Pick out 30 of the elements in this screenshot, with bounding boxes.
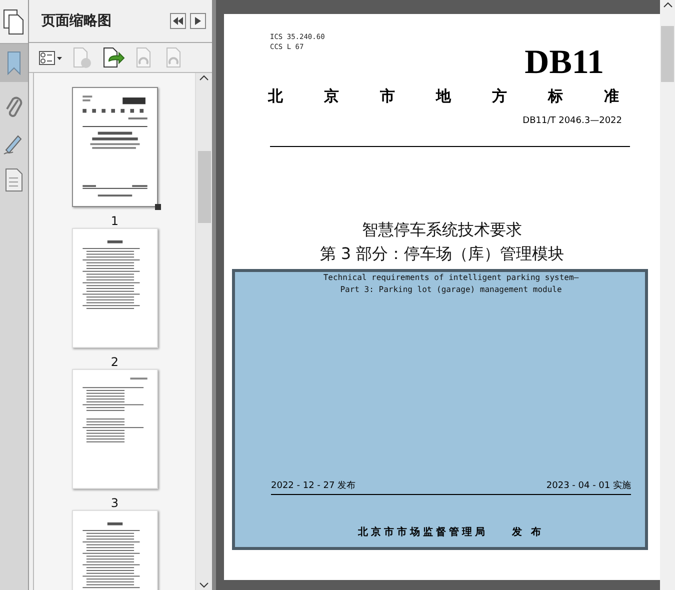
standard-logo: DB11 xyxy=(524,46,604,80)
english-title: Technical requirements of intelligent parking system— xyxy=(323,272,579,284)
right-arrow-icon xyxy=(195,17,201,25)
thumbnail-options-icon[interactable] xyxy=(39,50,64,64)
standard-category: 北京市地方标准 xyxy=(268,86,660,106)
expand-panel-button[interactable] xyxy=(190,13,206,29)
scroll-down-icon[interactable] xyxy=(199,580,209,590)
paperclip-icon[interactable] xyxy=(4,94,24,120)
issue-date: 2022 - 12 - 27 发布 xyxy=(271,480,356,492)
document-subtitle: 第 3 部分：停车场（库）管理模块 xyxy=(318,243,566,265)
scrollbar-thumb[interactable] xyxy=(198,151,210,223)
page-number: 2 xyxy=(110,355,119,369)
pages-icon[interactable] xyxy=(3,8,26,34)
publisher: 北京市市场监督管理局 xyxy=(358,525,488,539)
scroll-up-icon[interactable] xyxy=(662,0,672,10)
scroll-up-icon[interactable] xyxy=(199,73,209,83)
collapse-panel-button[interactable] xyxy=(170,13,186,29)
insert-page-icon[interactable] xyxy=(101,46,126,68)
scrollbar-thumb[interactable] xyxy=(661,26,674,82)
document-icon[interactable] xyxy=(5,168,24,192)
page-number: 1 xyxy=(110,214,119,228)
document-title: 智慧停车系统技术要求 xyxy=(361,219,523,241)
page-number: 3 xyxy=(110,496,119,510)
effective-date: 2023 - 04 - 01 实施 xyxy=(546,480,631,492)
double-left-arrow-icon xyxy=(173,17,183,25)
publish-label: 发 布 xyxy=(512,526,544,539)
english-subtitle: Part 3: Parking lot (garage) management module xyxy=(340,284,562,296)
page-thumbnail[interactable] xyxy=(72,87,158,207)
standard-number: DB11/T 2046.3—2022 xyxy=(522,116,622,126)
panel-title: 页面缩略图 xyxy=(41,12,112,30)
